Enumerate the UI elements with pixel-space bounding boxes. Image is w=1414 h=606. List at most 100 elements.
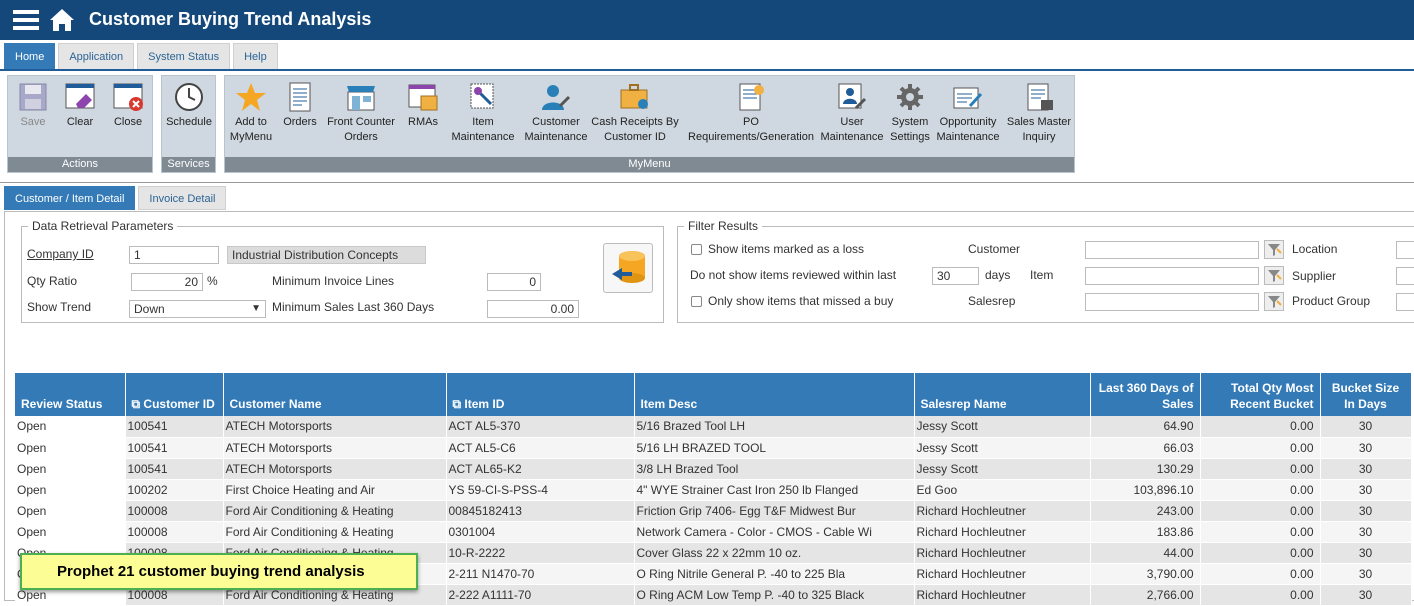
table-row[interactable]: Open100008Ford Air Conditioning & Heatin… xyxy=(15,500,1412,522)
min-invoice-lines-input[interactable]: 0 xyxy=(487,273,541,291)
user-maintenance-button[interactable]: User Maintenance xyxy=(819,82,885,145)
col-total-qty-recent-bucket[interactable]: Total Qty Most Recent Bucket xyxy=(1200,373,1321,416)
col-salesrep-name[interactable]: Salesrep Name xyxy=(914,373,1091,416)
table-row[interactable]: Open 100541 ATECH Motorsports ACT AL5-C6 5/1… xyxy=(15,437,1412,459)
table-cell: Ford Air Conditioning & Heating xyxy=(223,500,447,522)
close-button[interactable]: Close xyxy=(109,82,147,130)
tab-home[interactable]: Home xyxy=(4,43,56,69)
save-button[interactable]: Save xyxy=(14,82,52,130)
table-cell: 100008 xyxy=(125,521,224,543)
home-icon[interactable] xyxy=(48,7,76,33)
col-last-360-days-sales[interactable]: Last 360 Days of Sales xyxy=(1090,373,1201,416)
col-item-id[interactable]: ⧉ Item ID xyxy=(446,373,635,416)
table-cell: 64.90 xyxy=(1090,416,1201,438)
col-bucket-size-days[interactable]: Bucket Size In Days xyxy=(1320,373,1412,416)
schedule-label: Schedule xyxy=(166,116,212,128)
company-id-label[interactable]: Company ID xyxy=(27,247,94,261)
table-cell: Ford Air Conditioning & Heating xyxy=(223,521,447,543)
show-trend-select[interactable]: Down ▼ xyxy=(129,300,266,318)
salesrep-filter-button[interactable] xyxy=(1264,292,1284,311)
schedule-button[interactable]: Schedule xyxy=(164,82,214,130)
front-counter-orders-button[interactable]: Front Counter Orders xyxy=(325,82,397,145)
customer-maintenance-label: Customer Maintenance xyxy=(524,116,588,143)
table-cell: 100202 xyxy=(125,479,224,501)
supplier-filter-input[interactable] xyxy=(1396,267,1414,285)
table-cell: 3,790.00 xyxy=(1090,563,1201,585)
item-maintenance-button[interactable]: Item Maintenance xyxy=(449,82,517,145)
qty-ratio-input[interactable]: 20 xyxy=(131,273,203,291)
days-input[interactable]: 30 xyxy=(932,267,979,285)
table-cell: Richard Hochleutner xyxy=(914,500,1091,522)
table-cell: 0.00 xyxy=(1200,479,1321,501)
col-customer-name[interactable]: Customer Name xyxy=(223,373,447,416)
tab-customer-item-detail[interactable]: Customer / Item Detail xyxy=(4,186,136,210)
table-cell: O Ring ACM Low Temp P. -40 to 325 Black xyxy=(634,584,915,606)
customer-filter-input[interactable] xyxy=(1085,241,1259,259)
sales-inquiry-icon xyxy=(1027,83,1053,111)
clear-label: Clear xyxy=(66,116,94,128)
customer-filter-button[interactable] xyxy=(1264,240,1284,259)
table-row[interactable]: Open100008Ford Air Conditioning & Heatin… xyxy=(15,521,1412,543)
storefront-icon xyxy=(347,86,375,111)
salesrep-filter-input[interactable] xyxy=(1085,293,1259,311)
table-cell: 30 xyxy=(1320,584,1412,606)
clear-button[interactable]: Clear xyxy=(61,82,99,130)
tab-help[interactable]: Help xyxy=(233,43,278,69)
filter-funnel-icon xyxy=(1268,296,1282,308)
po-requirements-button[interactable]: PO Requirements/Generation xyxy=(685,82,817,145)
table-cell: Open xyxy=(15,479,126,501)
min-sales-input[interactable]: 0.00 xyxy=(487,300,579,318)
opportunity-maintenance-button[interactable]: Opportunity Maintenance xyxy=(935,82,1001,145)
cash-receipts-button[interactable]: Cash Receipts By Customer ID xyxy=(589,82,681,145)
system-settings-button[interactable]: System Settings xyxy=(887,82,933,145)
ribbon-group-mymenu: Add to MyMenu Orders Front Counter Order… xyxy=(224,75,1075,173)
customer-maintenance-button[interactable]: Customer Maintenance xyxy=(521,82,591,145)
company-name-field: Industrial Distribution Concepts xyxy=(227,246,426,264)
hamburger-menu-icon[interactable] xyxy=(13,10,39,30)
table-cell: 44.00 xyxy=(1090,542,1201,564)
company-id-input[interactable]: 1 xyxy=(129,246,219,264)
rmas-label: RMAs xyxy=(408,116,438,128)
location-filter-input[interactable] xyxy=(1396,241,1414,259)
po-requirements-label: PO Requirements/Generation xyxy=(688,116,814,143)
salesrep-filter-label: Salesrep xyxy=(968,294,1016,308)
product-group-filter-input[interactable] xyxy=(1396,293,1414,311)
show-loss-checkbox[interactable] xyxy=(691,244,702,255)
table-cell: 100008 xyxy=(125,500,224,522)
system-settings-label: System Settings xyxy=(890,116,930,143)
table-cell: Open xyxy=(15,437,126,459)
table-cell: 30 xyxy=(1320,437,1412,459)
missed-buy-label: Only show items that missed a buy xyxy=(708,294,894,308)
main-tabs: Home Application System Status Help xyxy=(4,43,281,69)
save-label: Save xyxy=(20,116,46,128)
table-row[interactable]: Open 100202 First Choice Heating and Air YS… xyxy=(15,479,1412,501)
col-customer-id[interactable]: ⧉ Customer ID xyxy=(125,373,224,416)
item-maintenance-label: Item Maintenance xyxy=(451,116,515,143)
item-filter-input[interactable] xyxy=(1085,267,1259,285)
col-item-desc[interactable]: Item Desc xyxy=(634,373,915,416)
table-cell: 66.03 xyxy=(1090,437,1201,459)
table-row[interactable]: Open 100541 ATECH Motorsports ACT AL5-370 5/… xyxy=(15,416,1412,438)
grid-header-row: Review Status ⧉ Customer ID Customer Nam… xyxy=(15,373,1412,416)
table-cell: Richard Hochleutner xyxy=(914,521,1091,543)
table-cell: 2,766.00 xyxy=(1090,584,1201,606)
orders-button[interactable]: Orders xyxy=(279,82,321,130)
tab-invoice-detail[interactable]: Invoice Detail xyxy=(138,186,227,210)
missed-buy-checkbox[interactable] xyxy=(691,296,702,307)
actions-group-label: Actions xyxy=(8,157,152,172)
item-filter-button[interactable] xyxy=(1264,266,1284,285)
table-row[interactable]: Open 100541 ATECH Motorsports ACT AL65-K2 3/… xyxy=(15,458,1412,480)
tab-system-status[interactable]: System Status xyxy=(137,43,231,69)
rmas-button[interactable]: RMAs xyxy=(401,82,445,130)
po-document-icon xyxy=(739,83,764,111)
percent-label: % xyxy=(207,274,218,288)
sales-master-inquiry-button[interactable]: Sales Master Inquiry xyxy=(1005,82,1073,145)
table-cell: 0301004 xyxy=(446,521,635,543)
retrieve-data-button[interactable] xyxy=(603,243,653,293)
col-review-status[interactable]: Review Status xyxy=(15,373,126,416)
table-cell: 0.00 xyxy=(1200,437,1321,459)
tab-application[interactable]: Application xyxy=(58,43,135,69)
table-cell: 103,896.10 xyxy=(1090,479,1201,501)
add-to-mymenu-button[interactable]: Add to MyMenu xyxy=(227,82,275,145)
sales-master-inquiry-label: Sales Master Inquiry xyxy=(1006,116,1072,143)
